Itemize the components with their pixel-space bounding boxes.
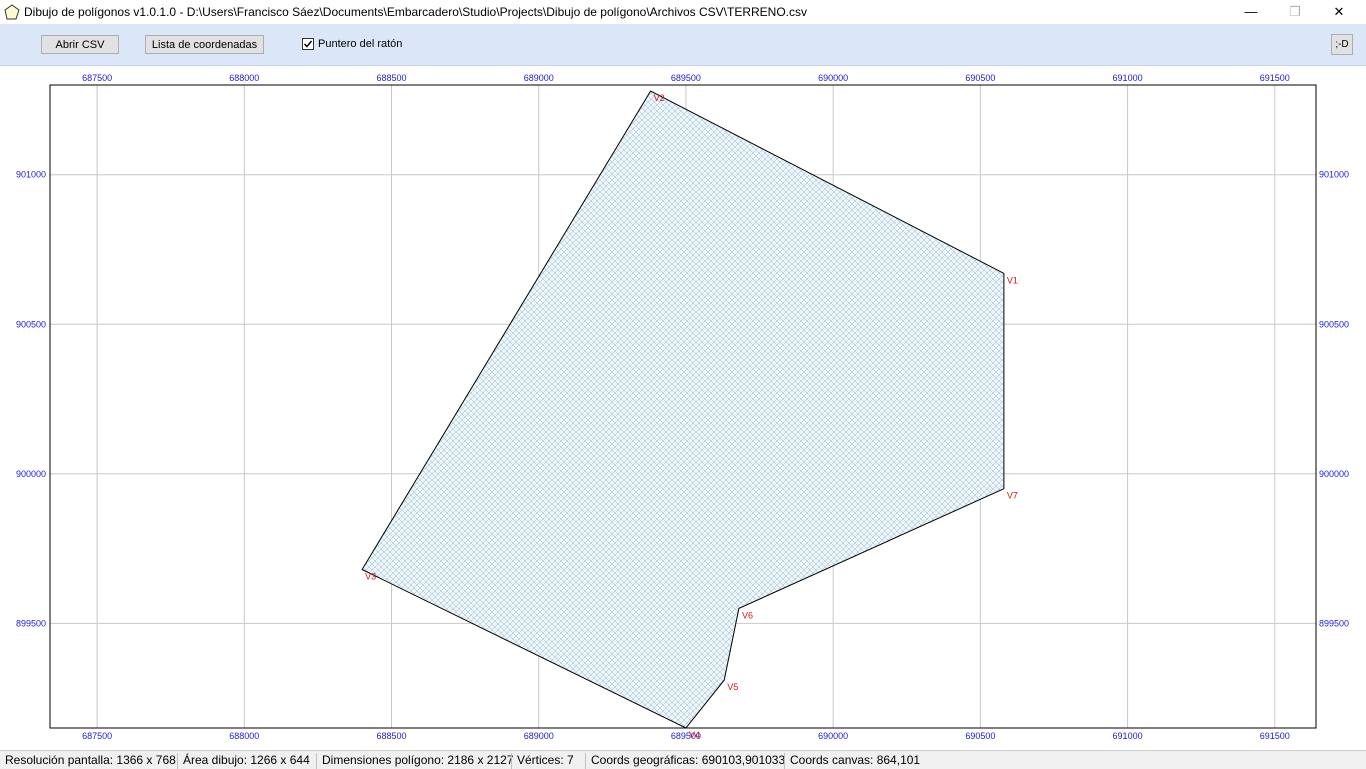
mouse-pointer-checkbox[interactable]	[302, 38, 314, 50]
vertex-label-v2: V2	[654, 93, 665, 103]
status-geo-coords: Coords geográficas: 690103,901033	[585, 753, 785, 769]
x-tick-label-top: 687500	[82, 73, 112, 83]
status-canvas-coords: Coords canvas: 864,101	[784, 753, 920, 769]
polygon-app-icon	[4, 4, 20, 20]
y-tick-label-right: 900500	[1319, 319, 1349, 329]
minimize-button[interactable]: —	[1228, 0, 1274, 24]
y-tick-label-right: 900000	[1319, 469, 1349, 479]
vertex-label-v7: V7	[1007, 491, 1018, 501]
open-csv-button[interactable]: Abrir CSV	[41, 35, 119, 54]
coordinate-list-button[interactable]: Lista de coordenadas	[145, 35, 264, 54]
toolbar: Abrir CSV Lista de coordenadas Puntero d…	[0, 24, 1366, 66]
vertex-label-v5: V5	[727, 682, 738, 692]
status-polygon-dimensions: Dimensiones polígono: 2186 x 2127	[316, 753, 513, 769]
x-tick-label-bottom: 689000	[524, 731, 554, 741]
x-tick-label-top: 689500	[671, 73, 701, 83]
checkmark-icon	[303, 40, 313, 48]
x-tick-label-top: 688000	[229, 73, 259, 83]
x-tick-label-bottom: 687500	[82, 731, 112, 741]
mouse-pointer-label[interactable]: Puntero del ratón	[318, 38, 402, 50]
y-tick-label-right: 899500	[1319, 618, 1349, 628]
x-tick-label-top: 691500	[1260, 73, 1290, 83]
x-tick-label-top: 690000	[818, 73, 848, 83]
terrain-polygon	[361, 90, 1005, 729]
status-screen-resolution: Resolución pantalla: 1366 x 768	[5, 753, 176, 767]
y-tick-label-left: 900000	[16, 469, 46, 479]
x-tick-label-bottom: 691000	[1113, 731, 1143, 741]
window-title: Dibujo de polígonos v1.0.1.0 - D:\Users\…	[24, 5, 808, 19]
x-tick-label-top: 690500	[965, 73, 995, 83]
x-tick-label-bottom: 688500	[377, 731, 407, 741]
status-drawing-area: Área dibujo: 1266 x 644	[177, 753, 310, 769]
status-vertices: Vértices: 7	[511, 753, 574, 769]
vertex-label-v6: V6	[742, 610, 753, 620]
close-icon: ✕	[1333, 4, 1345, 19]
x-tick-label-top: 689000	[524, 73, 554, 83]
y-tick-label-left: 901000	[16, 170, 46, 180]
vertex-label-v4: V4	[689, 730, 700, 740]
x-tick-label-top: 688500	[377, 73, 407, 83]
vertex-label-v3: V3	[365, 571, 376, 581]
maximize-icon: ❐	[1289, 4, 1301, 19]
y-tick-label-right: 901000	[1319, 170, 1349, 180]
maximize-button[interactable]: ❐	[1272, 0, 1318, 24]
close-button[interactable]: ✕	[1316, 0, 1362, 24]
minimize-icon: —	[1244, 4, 1258, 19]
x-tick-label-bottom: 690500	[965, 731, 995, 741]
vertex-label-v1: V1	[1007, 275, 1018, 285]
y-tick-label-left: 900500	[16, 319, 46, 329]
y-tick-label-left: 899500	[16, 618, 46, 628]
x-tick-label-bottom: 691500	[1260, 731, 1290, 741]
x-tick-label-bottom: 688000	[229, 731, 259, 741]
status-bar: Resolución pantalla: 1366 x 768 Área dib…	[0, 750, 1366, 769]
polygon-canvas[interactable]: 687500 687500 688000 688000 688500 688500 6890…	[0, 65, 1366, 750]
title-bar: Dibujo de polígonos v1.0.1.0 - D:\Users\…	[0, 0, 1366, 24]
x-tick-label-bottom: 690000	[818, 731, 848, 741]
smiley-button[interactable]: ;-D	[1331, 34, 1353, 55]
x-tick-label-top: 691000	[1113, 73, 1143, 83]
